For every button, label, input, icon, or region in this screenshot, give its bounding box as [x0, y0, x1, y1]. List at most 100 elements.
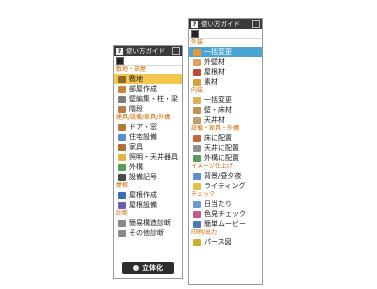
menu-item-label: 日当たり — [204, 200, 232, 208]
menu-item[interactable]: 照明・天井器具 — [114, 152, 182, 162]
menu-item-label: 外構に配置 — [204, 154, 239, 162]
room-icon — [118, 85, 126, 93]
menu-item-label: 壁編集・柱・梁 — [129, 95, 178, 103]
menu-item[interactable]: 床に配置 — [189, 133, 262, 143]
menu-item[interactable]: パース図 — [189, 237, 262, 247]
background-icon — [193, 172, 201, 180]
menu-item-label: その他診断 — [129, 229, 164, 237]
category-label: 屋根 — [116, 182, 129, 189]
toolbar — [114, 56, 182, 66]
menu-item[interactable]: 外構 — [114, 162, 182, 172]
menu-item[interactable]: 屋根作成 — [114, 190, 182, 200]
3d-build-button[interactable]: 立体化 — [122, 262, 174, 274]
sunlight-icon — [193, 200, 201, 208]
menu-item[interactable]: 簡易構造診断 — [114, 218, 182, 228]
back-icon[interactable] — [191, 29, 199, 38]
close-icon[interactable] — [172, 47, 180, 55]
guide-panel-right: ? 使い方ガイド 外装 一括変更 外壁材 屋根材 素材 内装 一括変更 壁・床材 天井材 設備・家… — [188, 18, 263, 285]
3d-icon — [133, 265, 139, 271]
menu-list: 外装 一括変更 外壁材 屋根材 素材 内装 一括変更 壁・床材 天井材 設備・家具・外構 床に配置天… — [189, 39, 262, 247]
3d-build-label: 立体化 — [142, 264, 163, 272]
menu-item-label: 素材 — [204, 78, 218, 86]
menu-item[interactable]: 天井に配置 — [189, 143, 262, 153]
menu-item[interactable]: 壁編集・柱・梁 — [114, 94, 182, 104]
menu-item-label: 設備記号 — [129, 173, 157, 181]
menu-item[interactable]: 敷地 — [114, 74, 182, 84]
menu-item-label: ライティング — [204, 182, 246, 190]
menu-item-label: 天井材 — [204, 116, 225, 124]
menu-item[interactable]: 背景/昼夕夜 — [189, 171, 262, 181]
ceiling-icon — [193, 116, 201, 124]
menu-item-label: 背景/昼夕夜 — [204, 172, 242, 180]
menu-item[interactable]: 壁・床材 — [189, 105, 262, 115]
category-label: 外装 — [191, 39, 204, 46]
menu-item[interactable]: ライティング — [189, 181, 262, 191]
menu-item-label: 屋根材 — [204, 68, 225, 76]
category-label: 印刷/出力 — [191, 229, 218, 236]
close-icon[interactable] — [252, 20, 260, 28]
roof-create-icon — [118, 191, 126, 199]
site-icon — [118, 75, 126, 83]
bulk-change-icon — [193, 48, 201, 56]
menu-item-label: 外壁材 — [204, 58, 225, 66]
category-label: 敷地・部屋 — [116, 66, 147, 73]
menu-item-label: 簡単ムービー — [204, 220, 246, 228]
menu-item[interactable]: ドア・窓 — [114, 122, 182, 132]
menu-item[interactable]: 色見チェック — [189, 209, 262, 219]
structure-icon — [118, 219, 126, 227]
movie-icon — [193, 220, 201, 228]
menu-item-label: 一括変更 — [204, 48, 232, 56]
menu-item[interactable]: 家具 — [114, 142, 182, 152]
menu-item-label: 色見チェック — [204, 210, 246, 218]
panel-title: 使い方ガイド — [201, 20, 240, 28]
menu-item[interactable]: 日当たり — [189, 199, 262, 209]
panel-title: 使い方ガイド — [126, 47, 165, 55]
back-icon[interactable] — [116, 56, 124, 65]
menu-item[interactable]: その他診断 — [114, 228, 182, 238]
help-icon: ? — [191, 20, 198, 28]
category-label: イメージ仕上げ — [191, 163, 233, 170]
menu-item[interactable]: 部屋作成 — [114, 84, 182, 94]
menu-item[interactable]: 住宅設備 — [114, 132, 182, 142]
menu-item[interactable]: 素材 — [189, 77, 262, 87]
roof-equipment-icon — [118, 201, 126, 209]
menu-item-label: 屋根作成 — [129, 191, 157, 199]
category-label: 設備・家具・外構 — [191, 125, 240, 132]
exterior-icon — [118, 163, 126, 171]
guide-panel-left: ? 使い方ガイド 敷地・部屋 敷地 部屋作成壁編集・柱・梁 階段 建具/設備/家具/外構… — [113, 45, 183, 279]
menu-item[interactable]: 階段 — [114, 104, 182, 114]
symbol-icon — [118, 173, 126, 181]
menu-item-label: 天井に配置 — [204, 144, 239, 152]
menu-item-label: 家具 — [129, 143, 143, 151]
menu-item[interactable]: 外構に配置 — [189, 153, 262, 163]
ceiling-place-icon — [193, 144, 201, 152]
menu-item[interactable]: 一括変更 — [189, 95, 262, 105]
menu-list: 敷地・部屋 敷地 部屋作成壁編集・柱・梁 階段 建具/設備/家具/外構 ドア・窓 住宅設備家… — [114, 66, 182, 238]
menu-item-label: 屋根設備 — [129, 201, 157, 209]
menu-item[interactable]: 屋根材 — [189, 67, 262, 77]
menu-item[interactable]: 簡単ムービー — [189, 219, 262, 229]
menu-item[interactable]: 屋根設備 — [114, 200, 182, 210]
menu-item[interactable]: 一括変更 — [189, 47, 262, 57]
category-label: 診断 — [116, 210, 129, 217]
category-label: 建具/設備/家具/外構 — [116, 114, 171, 121]
menu-item[interactable]: 設備記号 — [114, 172, 182, 182]
menu-item-label: 壁・床材 — [204, 106, 232, 114]
menu-item-label: 部屋作成 — [129, 85, 157, 93]
category-label: チェック — [191, 191, 216, 198]
menu-item-label: 簡易構造診断 — [129, 219, 171, 227]
menu-item-label: パース図 — [204, 238, 232, 246]
help-icon: ? — [116, 47, 123, 55]
menu-item-label: 床に配置 — [204, 134, 232, 142]
toolbar — [189, 29, 262, 39]
menu-item-label: ドア・窓 — [129, 123, 157, 131]
menu-item-label: 照明・天井器具 — [129, 153, 178, 161]
menu-item[interactable]: 天井材 — [189, 115, 262, 125]
guide-titlebar: ? 使い方ガイド — [189, 19, 262, 29]
lighting-setting-icon — [193, 182, 201, 190]
menu-item-label: 階段 — [129, 105, 143, 113]
wall-floor-icon — [193, 106, 201, 114]
menu-item[interactable]: 外壁材 — [189, 57, 262, 67]
color-check-icon — [193, 210, 201, 218]
perspective-icon — [193, 238, 201, 246]
